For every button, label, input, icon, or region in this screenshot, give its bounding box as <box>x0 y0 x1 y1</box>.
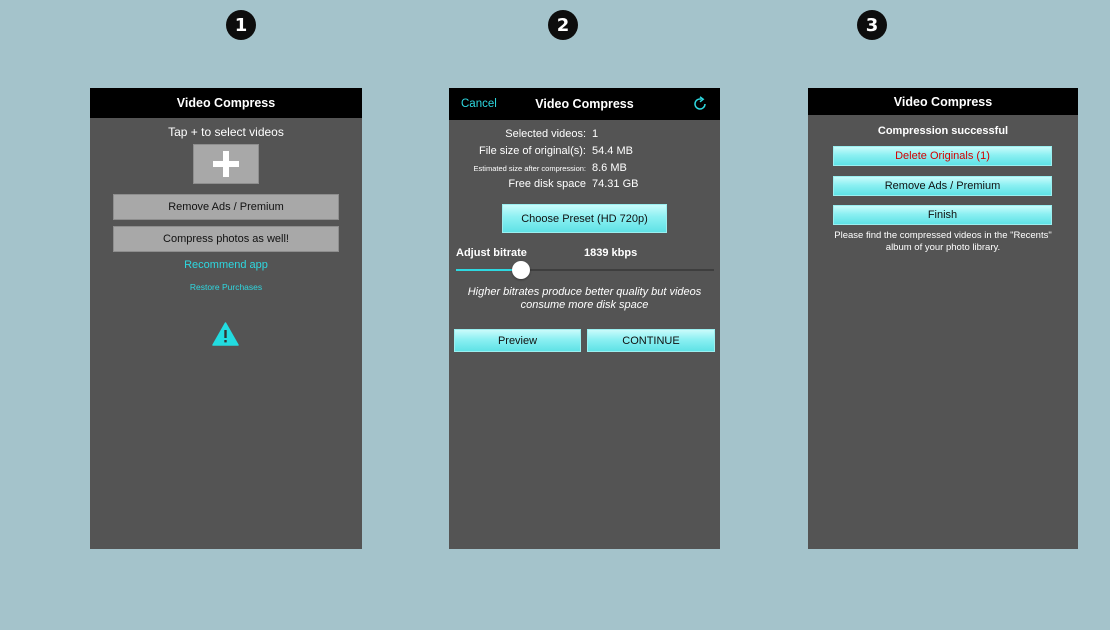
step-badge-1: 1 <box>226 10 256 40</box>
screen-title: Video Compress <box>893 94 993 109</box>
delete-originals-button[interactable]: Delete Originals (1) <box>833 146 1052 166</box>
refresh-icon[interactable] <box>692 96 708 112</box>
continue-button[interactable]: CONTINUE <box>587 329 715 352</box>
remove-ads-button[interactable]: Remove Ads / Premium <box>833 176 1052 196</box>
cancel-button[interactable]: Cancel <box>461 98 497 110</box>
screen-title: Video Compress <box>535 97 634 111</box>
remove-ads-button[interactable]: Remove Ads / Premium <box>113 194 339 220</box>
recents-note: Please find the compressed videos in the… <box>834 230 1052 253</box>
step-badge-3: 3 <box>857 10 887 40</box>
bitrate-slider[interactable] <box>456 260 714 280</box>
estimated-size-label: Estimated size after compression: <box>473 164 586 173</box>
navigation-bar: Video Compress <box>808 88 1078 115</box>
screen-title: Video Compress <box>176 96 276 110</box>
slider-thumb[interactable] <box>512 261 530 279</box>
free-disk-value: 74.31 GB <box>592 178 639 190</box>
add-videos-button[interactable] <box>193 144 259 184</box>
original-size-value: 54.4 MB <box>592 145 633 157</box>
preview-button[interactable]: Preview <box>454 329 581 352</box>
choose-preset-button[interactable]: Choose Preset (HD 720p) <box>502 204 667 233</box>
step-badge-2: 2 <box>548 10 578 40</box>
finish-button[interactable]: Finish <box>833 205 1052 225</box>
estimated-size-value: 8.6 MB <box>592 162 627 174</box>
success-message: Compression successful <box>877 125 1009 137</box>
selected-videos-value: 1 <box>592 128 599 140</box>
screen-3-compression-done: Video Compress Compression successful De… <box>808 88 1078 549</box>
original-size-label: File size of original(s): <box>479 145 586 157</box>
compress-photos-button[interactable]: Compress photos as well! <box>113 226 339 252</box>
select-instruction: Tap + to select videos <box>168 125 284 139</box>
bitrate-hint: Higher bitrates produce better quality b… <box>467 286 702 311</box>
warning-icon[interactable] <box>212 322 239 346</box>
free-disk-label: Free disk space <box>508 178 586 190</box>
screen-1-select-videos: Video Compress Tap + to select videos Re… <box>90 88 362 549</box>
plus-icon <box>213 151 239 177</box>
selected-videos-label: Selected videos: <box>505 128 586 140</box>
bitrate-label: Adjust bitrate <box>456 247 527 259</box>
recommend-app-link[interactable]: Recommend app <box>90 259 362 271</box>
restore-purchases-link[interactable]: Restore Purchases <box>90 282 362 292</box>
screen-2-compression-settings: Video Compress Cancel Selected videos: 1… <box>449 88 720 549</box>
navigation-bar: Video Compress <box>90 88 362 118</box>
bitrate-value: 1839 kbps <box>584 247 638 259</box>
